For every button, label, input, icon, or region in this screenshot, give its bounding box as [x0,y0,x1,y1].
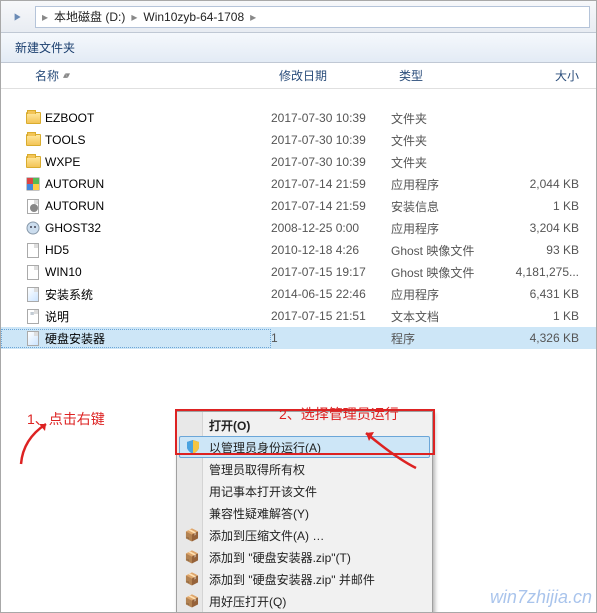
archive-icon: 📦 [183,526,201,544]
table-row[interactable]: TOOLS2017-07-30 10:39文件夹 [1,129,596,151]
file-name-cell: WXPE [1,154,271,170]
file-name-cell: 说明 [1,308,271,325]
shield-icon [184,438,202,456]
menu-add-email[interactable]: 📦添加到 "硬盘安装器.zip" 并邮件 [179,568,430,590]
file-rows: EZBOOT2017-07-30 10:39文件夹TOOLS2017-07-30… [1,89,596,349]
file-date-cell: 2017-07-15 19:17 [271,265,391,279]
file-date-cell: 2017-07-30 10:39 [271,133,391,147]
chevron-right-icon: ▸ [40,10,50,24]
file-type-cell: 文件夹 [391,110,503,127]
file-date-cell: 2008-12-25 0:00 [271,221,391,235]
folder-icon [25,154,41,170]
column-type[interactable]: 类型 [391,63,503,88]
file-name-cell: EZBOOT [1,110,271,126]
folder-icon [25,110,41,126]
table-row[interactable]: EZBOOT2017-07-30 10:39文件夹 [1,107,596,129]
file-type-cell: 应用程序 [391,286,503,303]
menu-troubleshoot[interactable]: 兼容性疑难解答(Y) [179,502,430,524]
file-list-area: 名称▴▾ 修改日期 类型 大小 EZBOOT2017-07-30 10:39文件… [1,63,596,612]
context-menu: 打开(O) 以管理员身份运行(A) 管理员取得所有权 用记事本打开该文件 兼容性… [176,411,433,612]
ghost-icon [25,220,41,236]
column-date[interactable]: 修改日期 [271,63,391,88]
new-folder-button[interactable]: 新建文件夹 [9,37,81,58]
inf-icon [25,198,41,214]
table-row[interactable]: 安装系统2014-06-15 22:46应用程序6,431 KB [1,283,596,305]
file-type-cell: 文本文档 [391,308,503,325]
table-row[interactable]: AUTORUN2017-07-14 21:59应用程序2,044 KB [1,173,596,195]
chevron-right-icon: ▸ [248,10,258,24]
file-name-cell: HD5 [1,242,271,258]
menu-add-zip[interactable]: 📦添加到 "硬盘安装器.zip"(T) [179,546,430,568]
watermark: win7zhijia.cn [490,587,592,608]
file-date-cell: 1 [271,331,391,345]
file-name-cell: AUTORUN [1,176,271,192]
file-icon [25,242,41,258]
table-row[interactable]: WIN102017-07-15 19:17Ghost 映像文件4,181,275… [1,261,596,283]
file-type-cell: 程序 [391,330,503,347]
file-name-cell: 安装系统 [1,286,271,303]
menu-add-archive[interactable]: 📦添加到压缩文件(A) … [179,524,430,546]
file-date-cell: 2017-07-15 21:51 [271,309,391,323]
table-row[interactable]: HD52010-12-18 4:26Ghost 映像文件93 KB [1,239,596,261]
file-date-cell: 2017-07-30 10:39 [271,155,391,169]
file-date-cell: 2010-12-18 4:26 [271,243,391,257]
table-row[interactable]: 说明2017-07-15 21:51文本文档1 KB [1,305,596,327]
file-name-cell: AUTORUN [1,198,271,214]
menu-haozip[interactable]: 📦用好压打开(Q) [179,590,430,612]
file-type-cell: Ghost 映像文件 [391,264,503,281]
file-type-cell: Ghost 映像文件 [391,242,503,259]
file-icon [25,264,41,280]
file-size-cell: 6,431 KB [503,287,587,301]
file-size-cell: 2,044 KB [503,177,587,191]
column-headers: 名称▴▾ 修改日期 类型 大小 [1,63,596,89]
breadcrumb[interactable]: ▸ 本地磁盘 (D:) ▸ Win10zyb-64-1708 ▸ [35,6,590,28]
exe-icon [25,286,41,302]
file-name-cell: TOOLS [1,132,271,148]
file-type-cell: 文件夹 [391,132,503,149]
file-size-cell: 4,181,275... [503,265,587,279]
file-name-cell: WIN10 [1,264,271,280]
file-date-cell: 2017-07-30 10:39 [271,111,391,125]
breadcrumb-drive[interactable]: 本地磁盘 (D:) [50,8,129,25]
file-type-cell: 应用程序 [391,176,503,193]
menu-run-as-admin[interactable]: 以管理员身份运行(A) [179,436,430,458]
file-type-cell: 安装信息 [391,198,503,215]
file-size-cell: 4,326 KB [503,331,587,345]
file-name-cell: 硬盘安装器 [1,329,271,348]
toolbar: 新建文件夹 [1,33,596,63]
txt-icon [25,308,41,324]
file-type-cell: 文件夹 [391,154,503,171]
exe-icon [25,330,41,346]
file-type-cell: 应用程序 [391,220,503,237]
column-size[interactable]: 大小 [503,63,587,88]
file-size-cell: 3,204 KB [503,221,587,235]
annotation-arrow-1 [11,419,61,469]
file-name-cell: GHOST32 [1,220,271,236]
table-row[interactable]: 硬盘安装器1程序4,326 KB [1,327,596,349]
autorun-icon [25,176,41,192]
folder-icon [25,132,41,148]
menu-open-notepad[interactable]: 用记事本打开该文件 [179,480,430,502]
address-bar: ▸ 本地磁盘 (D:) ▸ Win10zyb-64-1708 ▸ [1,1,596,33]
file-date-cell: 2017-07-14 21:59 [271,177,391,191]
table-row[interactable]: GHOST322008-12-25 0:00应用程序3,204 KB [1,217,596,239]
breadcrumb-folder[interactable]: Win10zyb-64-1708 [139,10,248,24]
chevron-right-icon: ▸ [129,10,139,24]
menu-admin-ownership[interactable]: 管理员取得所有权 [179,458,430,480]
file-size-cell: 1 KB [503,309,587,323]
column-name[interactable]: 名称▴▾ [1,63,271,88]
nav-back-button[interactable] [3,5,31,29]
file-date-cell: 2017-07-14 21:59 [271,199,391,213]
menu-open[interactable]: 打开(O) [179,414,430,436]
file-date-cell: 2014-06-15 22:46 [271,287,391,301]
archive-icon: 📦 [183,570,201,588]
file-size-cell: 93 KB [503,243,587,257]
sort-icon: ▴▾ [63,70,68,81]
archive-icon: 📦 [183,592,201,610]
archive-icon: 📦 [183,548,201,566]
table-row[interactable]: WXPE2017-07-30 10:39文件夹 [1,151,596,173]
table-row[interactable]: AUTORUN2017-07-14 21:59安装信息1 KB [1,195,596,217]
file-size-cell: 1 KB [503,199,587,213]
